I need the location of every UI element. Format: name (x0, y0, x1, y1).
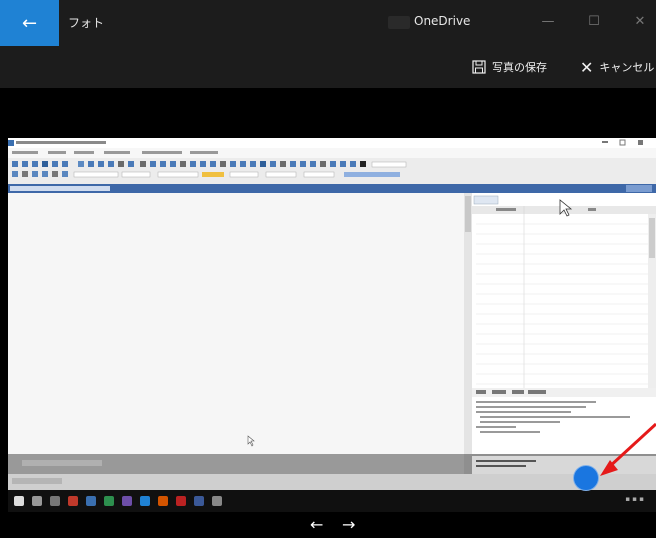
maximize-button[interactable]: ☐ (582, 10, 606, 34)
taskbar-app-icon (158, 496, 168, 506)
save-disk-icon (472, 60, 486, 74)
taskbar-app-icon (122, 496, 132, 506)
taskbar-app-icon (140, 496, 150, 506)
cancel-label: キャンセル (599, 61, 655, 74)
app-titlebar: ← フォト OneDrive — ☐ ✕ (0, 0, 656, 46)
minimize-button[interactable]: — (536, 10, 560, 34)
screenshot-photo (8, 138, 656, 490)
taskbar-app-icon (212, 496, 222, 506)
previous-arrow-icon[interactable]: ← (310, 515, 323, 534)
windows-taskbar: ▪ ▪ ▪ (8, 490, 656, 512)
command-bar: 写真の保存 ✕ キャンセル (0, 46, 656, 88)
embedded-app-screenshot (8, 138, 656, 490)
task-view-icon (50, 496, 60, 506)
photo-navigation-bar: ← → (0, 512, 656, 538)
taskbar-app-icon (176, 496, 186, 506)
taskbar-app-icon (68, 496, 78, 506)
app-title: フォト (68, 16, 105, 30)
close-button[interactable]: ✕ (628, 10, 652, 34)
taskbar-app-icon (104, 496, 114, 506)
back-arrow-icon: ← (21, 12, 38, 34)
top-letterbox (0, 88, 656, 138)
taskbar-app-icon (194, 496, 204, 506)
next-arrow-icon[interactable]: → (342, 515, 355, 534)
taskbar-app-icon (86, 496, 96, 506)
annotation-circle (574, 466, 598, 490)
cancel-x-icon: ✕ (580, 57, 594, 77)
onedrive-icon (388, 16, 410, 29)
save-photo-label: 写真の保存 (492, 61, 547, 74)
save-photo-button[interactable]: 写真の保存 (472, 46, 547, 88)
cancel-button[interactable]: ✕ キャンセル (580, 46, 654, 88)
onedrive-label: OneDrive (414, 14, 471, 28)
taskbar-clock: ▪ ▪ ▪ (625, 495, 644, 503)
back-button[interactable]: ← (0, 0, 59, 46)
start-icon (14, 496, 24, 506)
search-icon (32, 496, 42, 506)
